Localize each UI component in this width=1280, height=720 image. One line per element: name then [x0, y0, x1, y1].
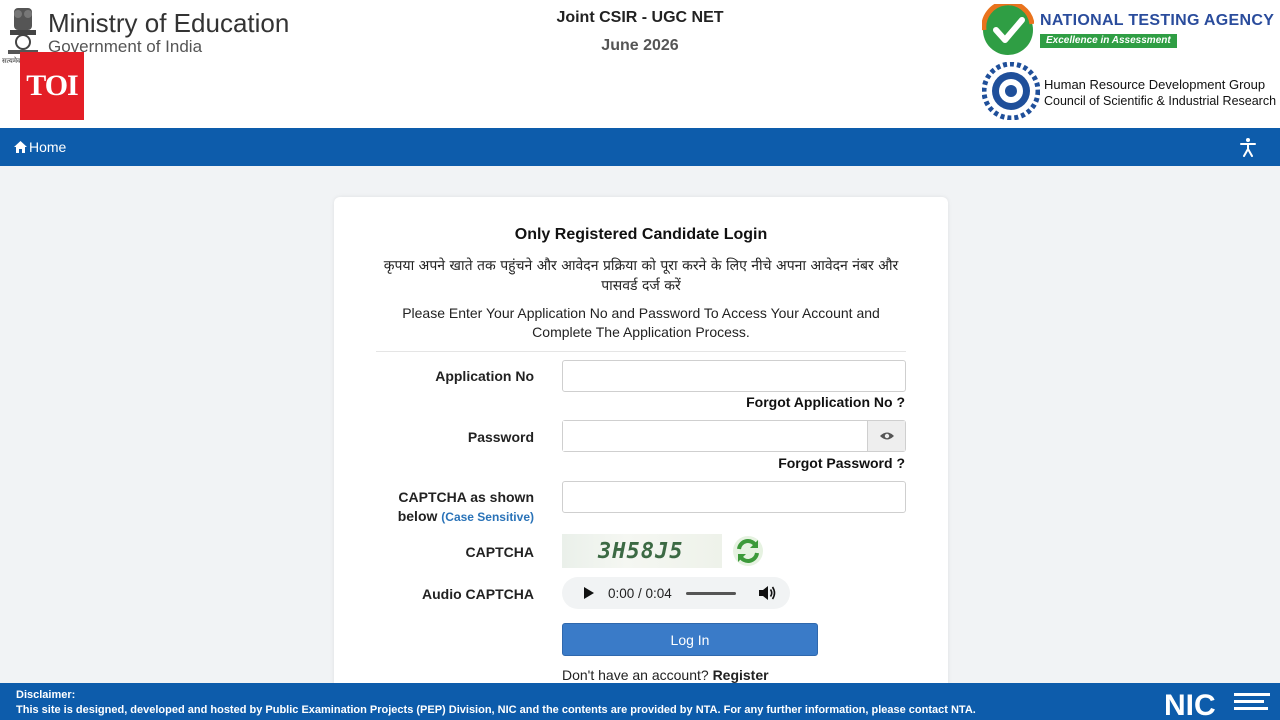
show-password-button[interactable] [867, 421, 905, 451]
application-no-input[interactable] [562, 360, 906, 392]
nta-logo-icon [982, 4, 1034, 55]
volume-icon[interactable] [758, 585, 776, 601]
captcha-label: CAPTCHA [465, 544, 534, 560]
disclaimer-title: Disclaimer: [16, 689, 76, 701]
audio-time: 0:00 / 0:04 [608, 585, 672, 601]
case-sensitive-hint: (Case Sensitive) [441, 510, 534, 524]
audio-captcha-label: Audio CAPTCHA [422, 586, 534, 602]
csir-title: Council of Scientific & Industrial Resea… [1044, 94, 1277, 108]
captcha-input[interactable] [562, 481, 906, 513]
toi-badge: TOI [20, 52, 84, 120]
disclaimer-text: This site is designed, developed and hos… [16, 704, 976, 716]
password-field [562, 420, 906, 452]
site-footer: Disclaimer: This site is designed, devel… [0, 683, 1280, 720]
divider [376, 351, 906, 352]
home-icon [14, 141, 27, 153]
nta-tagline: Excellence in Assessment [1040, 34, 1177, 48]
csir-logo-icon [982, 62, 1040, 120]
forgot-password-link[interactable]: Forgot Password ? [778, 455, 905, 471]
password-input[interactable] [563, 421, 867, 451]
accessibility-icon[interactable] [1238, 137, 1258, 157]
refresh-captcha-icon[interactable] [732, 535, 764, 567]
audio-captcha-player: 0:00 / 0:04 [562, 577, 790, 609]
nav-home-link[interactable]: Home [14, 139, 66, 155]
hindi-instruction: कृपया अपने खाते तक पहुंचने और आवेदन प्रक… [383, 258, 899, 294]
login-title: Only Registered Candidate Login [514, 226, 768, 243]
captcha-input-label: CAPTCHA as shown below (Case Sensitive) [397, 489, 534, 524]
register-link[interactable]: Register [713, 667, 769, 683]
forgot-application-no-link[interactable]: Forgot Application No ? [746, 394, 905, 410]
password-label: Password [467, 429, 534, 445]
nav-bar: Home [0, 128, 1280, 166]
nic-logo-text: NIC [1164, 689, 1216, 720]
no-account-text: Don't have an account? [562, 667, 709, 683]
audio-progress-bar[interactable] [685, 591, 736, 595]
signup-prompt: Don't have an account? Register [562, 667, 769, 683]
hrdg-title: Human Resource Development Group [1044, 77, 1266, 92]
nta-name: NATIONAL TESTING AGENCY [1040, 12, 1275, 29]
nic-logo-icon: NIC [1164, 689, 1270, 720]
site-header: सत्यमेव Ministry of Education Government… [0, 0, 1280, 128]
captcha-image: 3H58J5 [562, 534, 722, 568]
emblem-caption: सत्यमेव [2, 58, 21, 65]
login-card: Only Registered Candidate Login कृपया अप… [334, 197, 948, 697]
eye-icon [879, 432, 894, 440]
application-no-label: Application No [435, 368, 534, 384]
play-icon[interactable] [582, 586, 596, 600]
nav-home-label: Home [29, 139, 67, 155]
english-instruction: Please Enter Your Application No and Pas… [402, 305, 880, 340]
login-button[interactable]: Log In [562, 623, 818, 656]
